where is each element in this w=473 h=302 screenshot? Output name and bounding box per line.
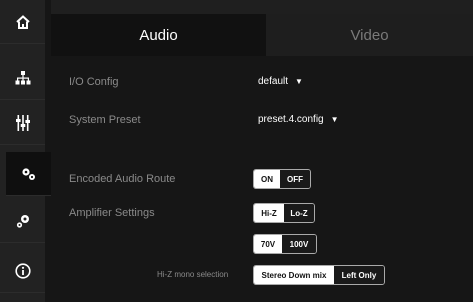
70v-button[interactable]: 70V	[254, 235, 282, 253]
home-icon	[15, 14, 30, 29]
chevron-down-icon: ▼	[295, 77, 303, 86]
system-preset-dropdown[interactable]: preset.4.config ▼	[258, 114, 339, 125]
network-icon	[15, 70, 30, 84]
settings-icon	[16, 214, 29, 228]
sliders-icon	[15, 114, 30, 131]
hi-z-button[interactable]: Hi-Z	[254, 204, 284, 222]
impedance-toggle: Hi-Z Lo-Z	[253, 203, 315, 223]
sidebar-item-settings[interactable]	[0, 199, 45, 243]
tab-audio[interactable]: Audio	[51, 14, 266, 56]
left-only-button[interactable]: Left Only	[334, 266, 384, 284]
io-config-label: I/O Config	[69, 76, 119, 88]
audio-settings-panel: I/O Config default ▼ System Preset prese…	[51, 56, 473, 302]
sidebar-item-advanced[interactable]	[6, 152, 51, 196]
tab-bar: Audio Video	[51, 14, 473, 56]
sidebar	[0, 0, 51, 302]
main-panel: Audio Video I/O Config default ▼ System …	[51, 0, 473, 302]
system-preset-value: preset.4.config	[258, 114, 324, 125]
gears-icon	[21, 167, 35, 180]
encoded-audio-route-label: Encoded Audio Route	[69, 173, 176, 185]
system-preset-label: System Preset	[69, 114, 141, 126]
voltage-toggle: 70V 100V	[253, 234, 317, 254]
io-config-value: default	[258, 76, 289, 87]
encoded-audio-route-on-button[interactable]: ON	[254, 170, 280, 188]
hiz-mono-selection-label: Hi-Z mono selection	[157, 270, 229, 279]
encoded-audio-route-toggle: ON OFF	[253, 169, 311, 189]
sidebar-item-info[interactable]	[0, 249, 45, 293]
100v-button[interactable]: 100V	[282, 235, 316, 253]
sidebar-item-sliders[interactable]	[0, 101, 45, 145]
sidebar-item-home[interactable]	[0, 0, 45, 44]
sidebar-item-network[interactable]	[0, 56, 45, 100]
info-icon	[14, 262, 31, 279]
tab-video[interactable]: Video	[266, 14, 473, 56]
amplifier-settings-label: Amplifier Settings	[69, 207, 155, 219]
io-config-dropdown[interactable]: default ▼	[258, 76, 303, 87]
stereo-down-mix-button[interactable]: Stereo Down mix	[254, 266, 334, 284]
hiz-mono-toggle: Stereo Down mix Left Only	[253, 265, 385, 285]
chevron-down-icon: ▼	[330, 115, 339, 124]
encoded-audio-route-off-button[interactable]: OFF	[280, 170, 310, 188]
lo-z-button[interactable]: Lo-Z	[284, 204, 314, 222]
